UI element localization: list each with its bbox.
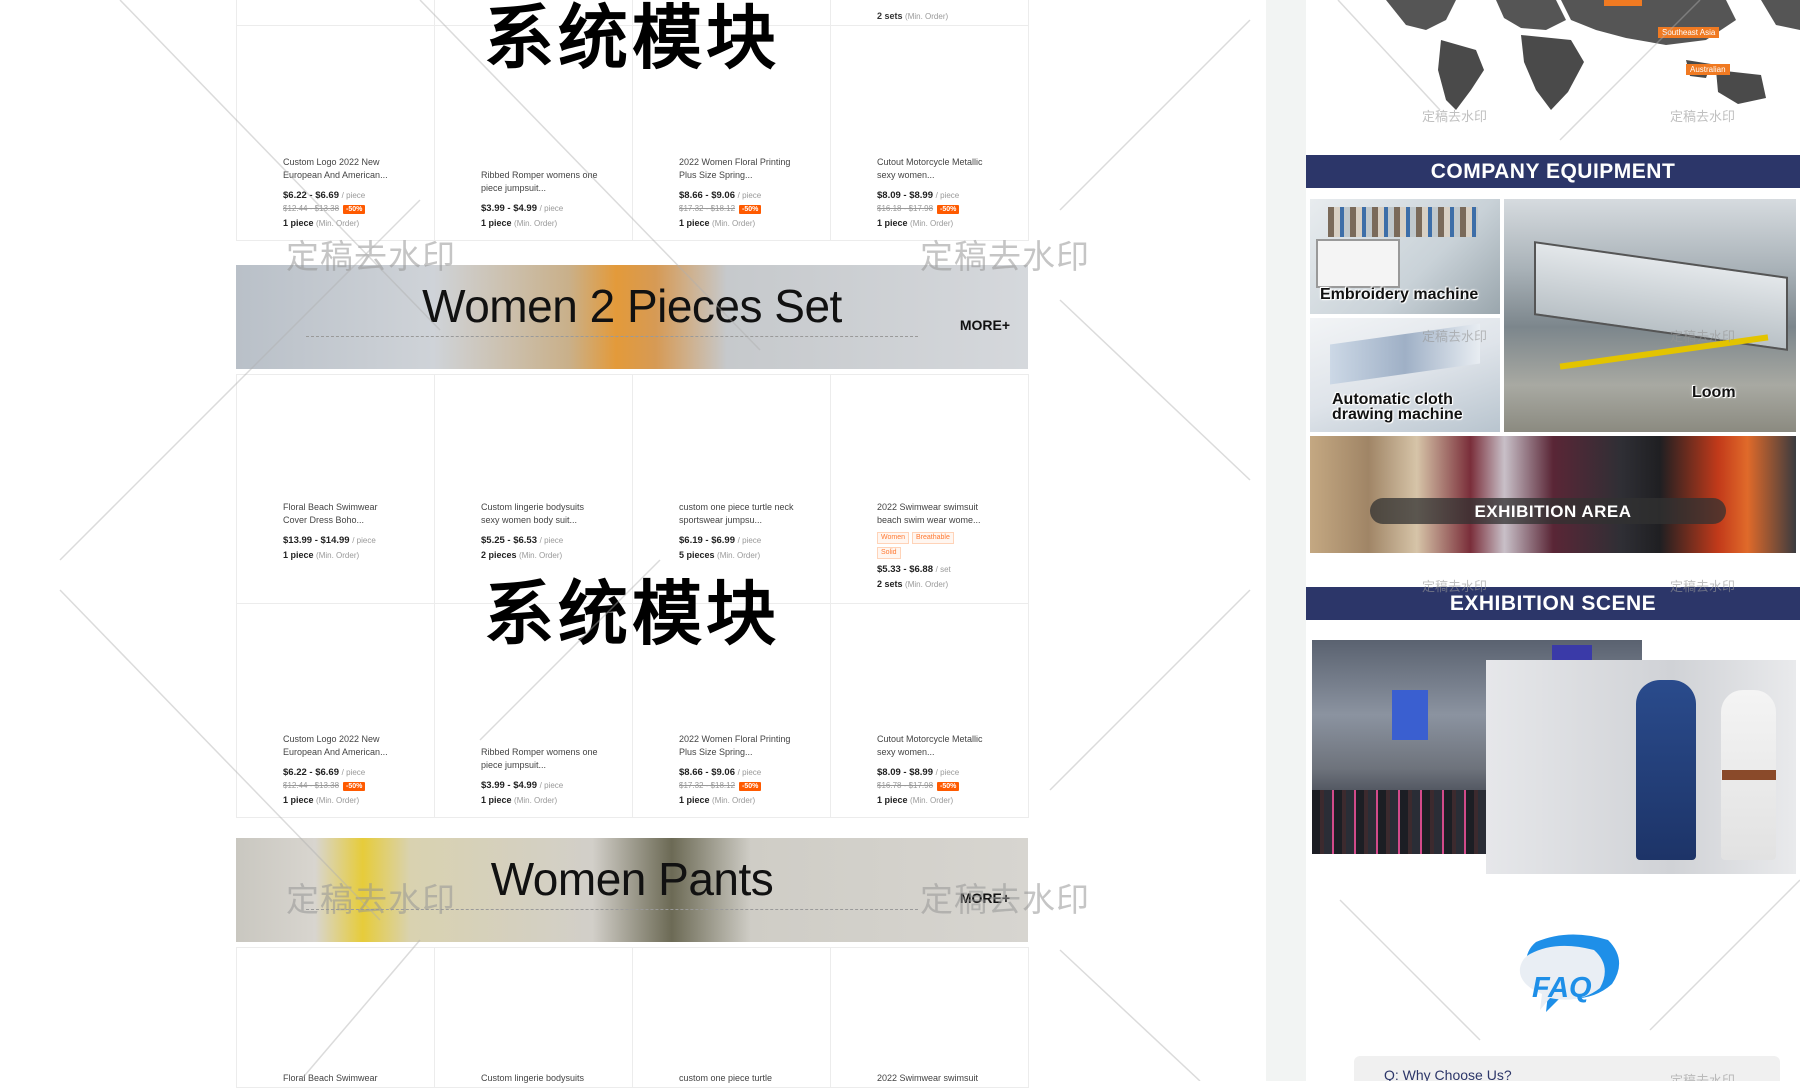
more-link[interactable]: MORE+ <box>960 317 1010 333</box>
watermark: 定稿去水印 <box>920 237 1090 276</box>
discount-badge: -50% <box>343 205 366 214</box>
watermark: 定稿去水印 <box>1670 1070 1735 1081</box>
product-name[interactable]: Ribbed Romper womens one piece jumpsuit.… <box>481 169 601 195</box>
product-tag: Breathable <box>912 532 954 544</box>
loom-caption: Loom <box>1692 384 1736 401</box>
system-module-label: 系统模块 <box>484 573 780 655</box>
banner-title: Women 2 Pieces Set <box>422 280 842 332</box>
product-price: $5.25 - $6.53 / piece <box>481 535 564 546</box>
product-price: $8.09 - $8.99 / piece <box>877 190 960 201</box>
product-name[interactable]: custom one piece turtle neck sportswear … <box>679 501 799 527</box>
company-sidebar: Southeast Asia Australian COMPANY EQUIPM… <box>1306 0 1800 1081</box>
watermark: 定稿去水印 <box>1422 580 1488 595</box>
product-old-price: $16.18 - $17.98 -50% <box>877 202 1016 215</box>
product-name[interactable]: Custom Logo 2022 New European And Americ… <box>283 156 403 182</box>
faq-question[interactable]: Q: Why Choose Us? <box>1384 1067 1512 1081</box>
product-grid-d: Floral Beach Swimwear Custom lingerie bo… <box>236 947 1029 1088</box>
product-old-price: $17.32 - $18.12 -50% <box>679 779 818 792</box>
discount-badge: -50% <box>739 205 762 214</box>
system-module-label: 系统模块 <box>484 0 780 79</box>
product-moq: 1 piece (Min. Order) <box>877 218 954 228</box>
product-name[interactable]: Floral Beach Swimwear <box>283 1072 403 1085</box>
product-moq: 1 piece (Min. Order) <box>481 795 558 805</box>
discount-badge: -50% <box>937 782 960 791</box>
watermark: 定稿去水印 <box>920 880 1090 919</box>
product-price: $6.19 - $6.99 / piece <box>679 535 762 546</box>
hall-screen <box>1392 690 1428 740</box>
company-equipment-title: COMPANY EQUIPMENT <box>1306 155 1800 188</box>
product-moq: 1 piece (Min. Order) <box>679 218 756 228</box>
watermark: 定稿去水印 <box>1670 330 1736 345</box>
product-name[interactable]: Cutout Motorcycle Metallic sexy women... <box>877 733 997 759</box>
product-old-price: $17.32 - $18.12 -50% <box>679 202 818 215</box>
discount-badge: -50% <box>937 205 960 214</box>
mannequin-belt <box>1722 770 1776 780</box>
watermark: 定稿去水印 <box>286 880 456 919</box>
product-name[interactable]: Custom lingerie bodysuits sexy women bod… <box>481 501 601 527</box>
product-tags: Women Breathable Solid <box>877 530 1016 559</box>
discount-badge: -50% <box>343 782 366 791</box>
watermark: 定稿去水印 <box>1670 580 1736 595</box>
product-column: 2 sets (Min. Order) Custom Logo 2022 New… <box>236 0 1089 1088</box>
product-price: $8.66 - $9.06 / piece <box>679 767 762 778</box>
banner-divider <box>306 336 918 337</box>
product-moq: 1 piece (Min. Order) <box>481 218 558 228</box>
faq-badge: FAQ <box>1516 932 1622 1014</box>
product-card[interactable]: custom one piece turtle <box>633 948 831 1088</box>
exhibition-booth-photo <box>1486 660 1796 874</box>
product-old-price: $12.44 - $13.38 -50% <box>283 202 422 215</box>
loom-panel <box>1534 241 1788 351</box>
discount-badge: -50% <box>739 782 762 791</box>
product-name[interactable]: Floral Beach Swimwear Cover Dress Boho..… <box>283 501 403 527</box>
exhibition-area-photo: EXHIBITION AREA <box>1310 436 1796 553</box>
faq-label: FAQ <box>1532 972 1592 1004</box>
product-price: $6.22 - $6.69 / piece <box>283 767 366 778</box>
product-name[interactable]: Ribbed Romper womens one piece jumpsuit.… <box>481 746 601 772</box>
product-name[interactable]: Custom lingerie bodysuits <box>481 1072 601 1085</box>
product-name[interactable]: Cutout Motorcycle Metallic sexy women... <box>877 156 997 182</box>
watermark: 定稿去水印 <box>286 237 456 276</box>
watermark: 定稿去水印 <box>1422 330 1488 345</box>
thread-spools <box>1328 207 1478 237</box>
product-name[interactable]: 2022 Swimwear swimsuit <box>877 1072 997 1085</box>
loom-photo: Loom <box>1504 199 1796 432</box>
column-gutter <box>1266 0 1306 1081</box>
product-moq: 1 piece (Min. Order) <box>283 795 360 805</box>
embroidery-machine-caption: Embroidery machine <box>1320 286 1479 303</box>
machine-body <box>1316 239 1400 288</box>
product-price: $13.99 - $14.99 / piece <box>283 535 376 546</box>
embroidery-machine-photo: Embroidery machine <box>1310 199 1500 314</box>
product-price: $3.99 - $4.99 / piece <box>481 203 564 214</box>
watermark: 定稿去水印 <box>1422 110 1488 125</box>
product-price: $6.22 - $6.69 / piece <box>283 190 366 201</box>
product-card[interactable]: Floral Beach Swimwear <box>237 948 435 1088</box>
cloth-machine-caption: Automatic cloth drawing machine <box>1332 391 1463 423</box>
product-tag: Women <box>877 532 909 544</box>
mannequin-dress <box>1636 680 1696 860</box>
product-name[interactable]: 2022 Women Floral Printing Plus Size Spr… <box>679 156 799 182</box>
product-name[interactable]: Custom Logo 2022 New European And Americ… <box>283 733 403 759</box>
product-price: $8.09 - $8.99 / piece <box>877 767 960 778</box>
product-name[interactable]: custom one piece turtle <box>679 1072 799 1085</box>
product-name[interactable]: 2022 Swimwear swimsuit beach swim wear w… <box>877 501 997 527</box>
product-moq: 1 piece (Min. Order) <box>877 795 954 805</box>
watermark: 定稿去水印 <box>1670 110 1736 125</box>
exhibition-area-caption: EXHIBITION AREA <box>1474 502 1632 521</box>
product-card[interactable]: Custom lingerie bodysuits <box>435 948 633 1088</box>
map-region-marker <box>1604 0 1642 6</box>
product-price: $8.66 - $9.06 / piece <box>679 190 762 201</box>
loom-rail <box>1559 334 1769 370</box>
map-label-australian: Australian <box>1686 64 1730 75</box>
product-name[interactable]: 2022 Women Floral Printing Plus Size Spr… <box>679 733 799 759</box>
map-label-southeast-asia: Southeast Asia <box>1658 27 1720 38</box>
product-moq: 1 piece (Min. Order) <box>679 795 756 805</box>
product-card[interactable]: 2022 Swimwear swimsuit <box>831 948 1029 1088</box>
product-old-price: $12.44 - $13.38 -50% <box>283 779 422 792</box>
category-banner-women-2-pieces[interactable]: Women 2 Pieces Set MORE+ <box>236 265 1028 369</box>
product-price: $3.99 - $4.99 / piece <box>481 780 564 791</box>
product-moq: 1 piece (Min. Order) <box>283 218 360 228</box>
product-old-price: $16.78 - $17.98 -50% <box>877 779 1016 792</box>
